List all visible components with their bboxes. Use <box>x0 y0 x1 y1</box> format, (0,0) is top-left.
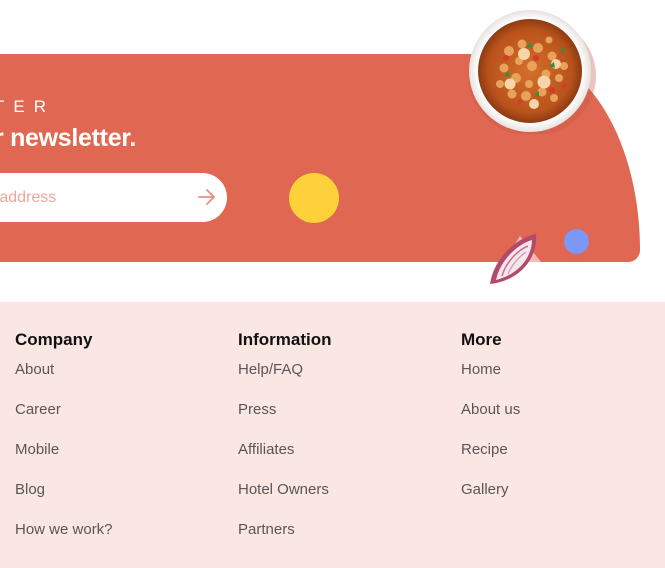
footer-link-list: Help/FAQ Press Affiliates Hotel Owners P… <box>238 358 332 558</box>
yellow-decor-dot <box>289 173 339 223</box>
newsletter-eyebrow: TER <box>0 97 55 116</box>
email-input[interactable] <box>0 188 178 207</box>
onion-slice-image <box>476 228 548 290</box>
newsletter-headline: r newsletter. <box>0 124 136 152</box>
footer-link-about[interactable]: About <box>15 358 113 398</box>
footer-column-title: Company <box>15 330 93 349</box>
footer-link-home[interactable]: Home <box>461 358 520 398</box>
footer-link-list: Home About us Recipe Gallery <box>461 358 520 518</box>
footer-column-company: Company About Career Mobile Blog How we … <box>15 330 113 558</box>
footer-link-career[interactable]: Career <box>15 398 113 438</box>
footer-link-list: About Career Mobile Blog How we work? <box>15 358 113 558</box>
email-form <box>0 173 227 222</box>
footer-link-affiliates[interactable]: Affiliates <box>238 438 332 478</box>
blue-decor-dot <box>564 229 589 254</box>
footer-link-partners[interactable]: Partners <box>238 518 332 558</box>
footer-link-hotel-owners[interactable]: Hotel Owners <box>238 478 332 518</box>
footer-link-mobile[interactable]: Mobile <box>15 438 113 478</box>
footer-link-gallery[interactable]: Gallery <box>461 478 520 518</box>
footer-link-help-faq[interactable]: Help/FAQ <box>238 358 332 398</box>
footer-column-information: Information Help/FAQ Press Affiliates Ho… <box>238 330 332 558</box>
footer-link-recipe[interactable]: Recipe <box>461 438 520 478</box>
curry-bowl-image <box>464 6 598 136</box>
footer: Company About Career Mobile Blog How we … <box>0 302 665 568</box>
footer-link-about-us[interactable]: About us <box>461 398 520 438</box>
page: TER r newsletter. ail-address Company Ab… <box>0 0 665 568</box>
arrow-right-icon[interactable] <box>195 185 219 209</box>
footer-column-more: More Home About us Recipe Gallery <box>461 330 520 518</box>
footer-link-how-we-work[interactable]: How we work? <box>15 518 113 558</box>
footer-link-press[interactable]: Press <box>238 398 332 438</box>
footer-column-title: Information <box>238 330 332 349</box>
footer-column-title: More <box>461 330 502 349</box>
footer-link-blog[interactable]: Blog <box>15 478 113 518</box>
